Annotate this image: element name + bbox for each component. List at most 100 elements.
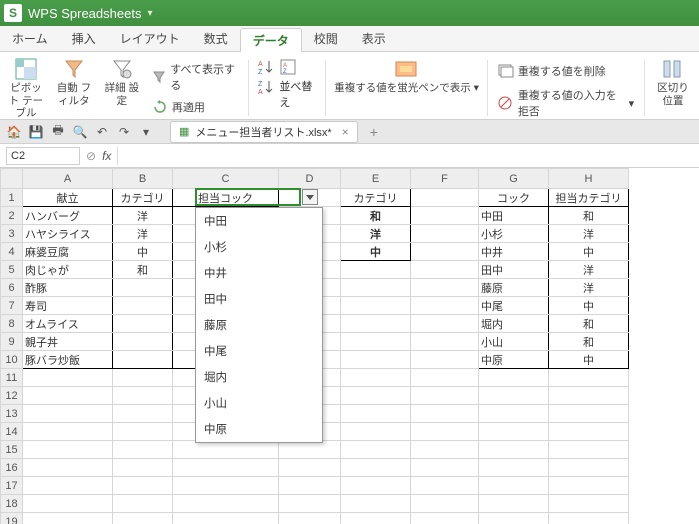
dropdown-item[interactable]: 田中 — [196, 286, 322, 312]
cell-H3[interactable]: 洋 — [549, 225, 629, 243]
cell-A11[interactable] — [23, 369, 113, 387]
cell-G14[interactable] — [479, 423, 549, 441]
row-header-6[interactable]: 6 — [1, 279, 23, 297]
cell-G17[interactable] — [479, 477, 549, 495]
row-header-7[interactable]: 7 — [1, 297, 23, 315]
dropdown-item[interactable]: 小山 — [196, 390, 322, 416]
menu-レイアウト[interactable]: レイアウト — [108, 26, 192, 51]
cell-B4[interactable]: 中 — [113, 243, 173, 261]
select-all[interactable] — [1, 169, 23, 189]
home-icon[interactable]: 🏠 — [6, 124, 22, 140]
cell-H14[interactable] — [549, 423, 629, 441]
redo-icon[interactable]: ↷ — [116, 124, 132, 140]
cell-G1[interactable]: コック — [479, 189, 549, 207]
cell-G6[interactable]: 藤原 — [479, 279, 549, 297]
chevron-down-icon[interactable]: ▾ — [138, 124, 154, 140]
cell-F14[interactable] — [411, 423, 479, 441]
row-header-2[interactable]: 2 — [1, 207, 23, 225]
row-header-1[interactable]: 1 — [1, 189, 23, 207]
cell-H7[interactable]: 中 — [549, 297, 629, 315]
cell-G8[interactable]: 堀内 — [479, 315, 549, 333]
cell-G15[interactable] — [479, 441, 549, 459]
preview-icon[interactable]: 🔍 — [72, 124, 88, 140]
cell-H1[interactable]: 担当カテゴリ — [549, 189, 629, 207]
cell-A12[interactable] — [23, 387, 113, 405]
cell-A16[interactable] — [23, 459, 113, 477]
name-box[interactable]: C2 — [6, 147, 80, 165]
row-header-9[interactable]: 9 — [1, 333, 23, 351]
cell-A9[interactable]: 親子丼 — [23, 333, 113, 351]
dropdown-item[interactable]: 中尾 — [196, 338, 322, 364]
row-header-13[interactable]: 13 — [1, 405, 23, 423]
cell-G12[interactable] — [479, 387, 549, 405]
formula-input[interactable] — [117, 147, 693, 165]
menu-挿入[interactable]: 挿入 — [60, 26, 108, 51]
row-header-4[interactable]: 4 — [1, 243, 23, 261]
cell-G19[interactable] — [479, 513, 549, 524]
cell-D17[interactable] — [279, 477, 341, 495]
dropdown-item[interactable]: 中原 — [196, 416, 322, 442]
row-header-11[interactable]: 11 — [1, 369, 23, 387]
cell-B16[interactable] — [113, 459, 173, 477]
cell-A4[interactable]: 麻婆豆腐 — [23, 243, 113, 261]
cell-F19[interactable] — [411, 513, 479, 524]
menu-データ[interactable]: データ — [240, 28, 302, 52]
cell-G4[interactable]: 中井 — [479, 243, 549, 261]
cell-E1[interactable]: カテゴリ — [341, 189, 411, 207]
cell-G18[interactable] — [479, 495, 549, 513]
cell-F15[interactable] — [411, 441, 479, 459]
sort-label[interactable]: 並べ替え — [279, 78, 317, 110]
dropdown-item[interactable]: 藤原 — [196, 312, 322, 338]
cell-A14[interactable] — [23, 423, 113, 441]
row-header-12[interactable]: 12 — [1, 387, 23, 405]
col-header-E[interactable]: E — [341, 169, 411, 189]
cell-A3[interactable]: ハヤシライス — [23, 225, 113, 243]
cell-E2[interactable]: 和 — [341, 207, 411, 225]
cell-E16[interactable] — [341, 459, 411, 477]
menu-校閲[interactable]: 校閲 — [302, 26, 350, 51]
print-icon[interactable]: 🖶 — [50, 124, 66, 140]
menu-ホーム[interactable]: ホーム — [0, 26, 60, 51]
cell-A17[interactable] — [23, 477, 113, 495]
cell-E10[interactable] — [341, 351, 411, 369]
cell-F13[interactable] — [411, 405, 479, 423]
cell-G11[interactable] — [479, 369, 549, 387]
cell-G16[interactable] — [479, 459, 549, 477]
sort-asc-icon[interactable]: AZ — [257, 58, 275, 76]
dropdown-item[interactable]: 中井 — [196, 260, 322, 286]
cell-H13[interactable] — [549, 405, 629, 423]
cell-H16[interactable] — [549, 459, 629, 477]
cell-A10[interactable]: 豚バラ炒飯 — [23, 351, 113, 369]
cell-B17[interactable] — [113, 477, 173, 495]
cell-H12[interactable] — [549, 387, 629, 405]
col-header-F[interactable]: F — [411, 169, 479, 189]
cell-G13[interactable] — [479, 405, 549, 423]
cell-F6[interactable] — [411, 279, 479, 297]
dropdown-item[interactable]: 中田 — [196, 208, 322, 234]
cell-B3[interactable]: 洋 — [113, 225, 173, 243]
cell-E8[interactable] — [341, 315, 411, 333]
cell-D19[interactable] — [279, 513, 341, 524]
cell-A18[interactable] — [23, 495, 113, 513]
cell-G9[interactable]: 小山 — [479, 333, 549, 351]
close-icon[interactable]: × — [342, 125, 349, 139]
cell-A2[interactable]: ハンバーグ — [23, 207, 113, 225]
cell-F7[interactable] — [411, 297, 479, 315]
cell-E3[interactable]: 洋 — [341, 225, 411, 243]
cell-E14[interactable] — [341, 423, 411, 441]
cell-F10[interactable] — [411, 351, 479, 369]
split-button[interactable]: 区切り 位置 — [653, 56, 693, 107]
cell-C18[interactable] — [173, 495, 279, 513]
cell-E15[interactable] — [341, 441, 411, 459]
cell-H6[interactable]: 洋 — [549, 279, 629, 297]
cell-F12[interactable] — [411, 387, 479, 405]
cell-B6[interactable] — [113, 279, 173, 297]
reapply-button[interactable]: 再適用 — [150, 98, 241, 116]
col-header-A[interactable]: A — [23, 169, 113, 189]
cell-D15[interactable] — [279, 441, 341, 459]
cell-A15[interactable] — [23, 441, 113, 459]
cell-B7[interactable] — [113, 297, 173, 315]
add-tab-button[interactable]: + — [370, 124, 378, 140]
cell-E4[interactable]: 中 — [341, 243, 411, 261]
reject-dup-button[interactable]: 重複する値の入力を拒否 ▾ — [496, 86, 636, 120]
